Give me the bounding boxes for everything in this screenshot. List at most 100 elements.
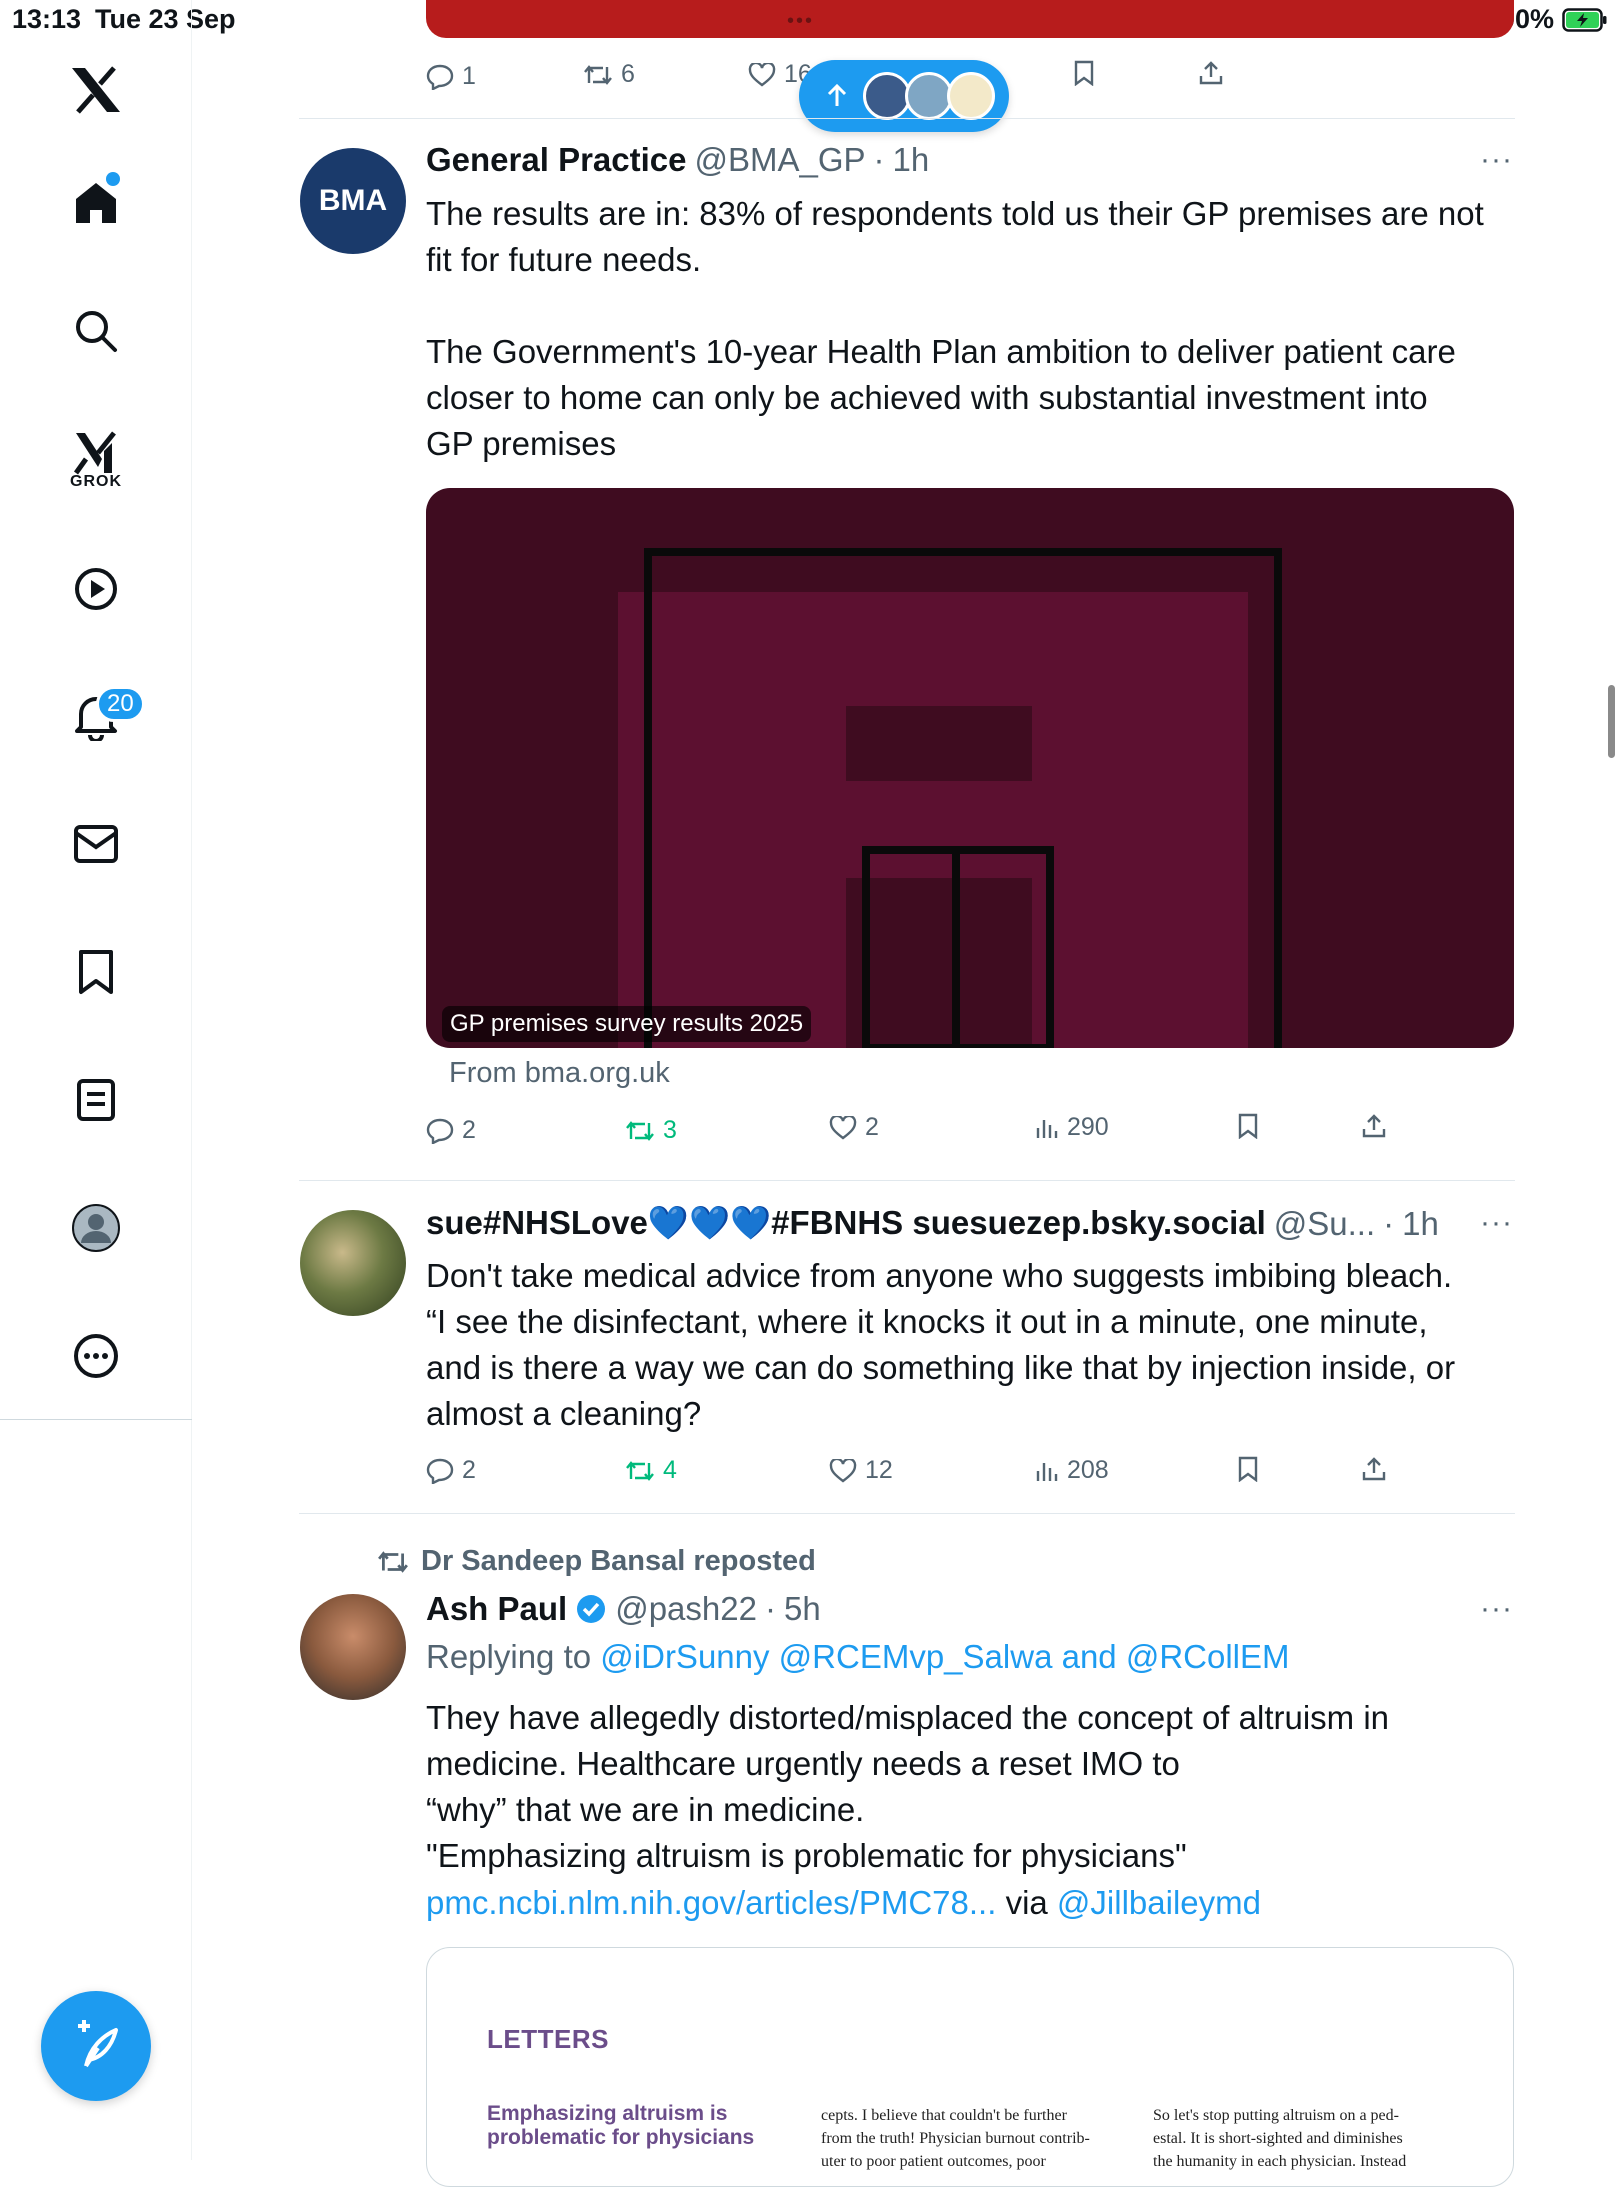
tweet1-link-card[interactable]: GP premises survey results 2025 xyxy=(426,488,1514,1048)
tweet2-text: Don't take medical advice from anyone wh… xyxy=(426,1257,1456,1432)
tweet2-like-button[interactable]: 12 xyxy=(829,1456,893,1485)
views-bar-chart-icon xyxy=(1036,1462,1058,1481)
compose-post-button[interactable] xyxy=(41,1991,151,2101)
grok-icon xyxy=(73,431,116,475)
tweet1-handle[interactable]: @BMA_GP xyxy=(695,141,866,179)
tweet2-repost-button[interactable]: 4 xyxy=(625,1456,677,1485)
prev-repost-count: 6 xyxy=(621,60,635,88)
tweet2-more-icon[interactable]: ··· xyxy=(1480,1206,1513,1240)
reply-icon xyxy=(426,1118,454,1144)
share-icon xyxy=(1362,1457,1386,1481)
home-icon[interactable] xyxy=(60,167,132,239)
tweet1-author-name[interactable]: General Practice xyxy=(426,141,687,179)
tweet1-views-count: 290 xyxy=(1067,1113,1109,1141)
scrollbar-thumb[interactable] xyxy=(1608,685,1615,758)
prev-reply-count: 1 xyxy=(462,62,476,90)
share-icon xyxy=(1362,1114,1386,1138)
tweet3-time[interactable]: 5h xyxy=(784,1590,821,1628)
pill-avatar-2 xyxy=(905,72,953,120)
premises-illustration xyxy=(618,548,1282,1048)
article-section-heading: LETTERS xyxy=(487,2024,609,2054)
grok-nav[interactable]: GROK xyxy=(60,424,132,496)
article-column-2: So let's stop putting altruism on a ped-… xyxy=(1153,2107,1407,2170)
tweet3-via-handle[interactable]: @Jillbaileymd xyxy=(1057,1884,1261,1921)
tweet2-views-button[interactable]: 208 xyxy=(1035,1456,1109,1485)
feed-divider xyxy=(299,1180,1515,1181)
replying-to-line: Replying to @iDrSunny @RCEMvp_Salwa and … xyxy=(426,1638,1290,1676)
tweet2-time[interactable]: 1h xyxy=(1402,1205,1439,1243)
tweet1-like-button[interactable]: 2 xyxy=(829,1113,879,1142)
tweet1-reply-count: 2 xyxy=(462,1116,476,1144)
x-logo-icon[interactable] xyxy=(60,54,132,126)
tweet2-reply-count: 2 xyxy=(462,1456,476,1484)
grok-label: GROK xyxy=(70,473,122,490)
replying-to-handles[interactable]: @iDrSunny @RCEMvp_Salwa and @RCollEM xyxy=(600,1638,1289,1675)
tweet2-author-name[interactable]: sue#NHSLove💙💙💙#FBNHS suesuezep.bsky.soci… xyxy=(426,1204,1266,1243)
tweet2-views-count: 208 xyxy=(1067,1456,1109,1484)
prev-share-button[interactable] xyxy=(1198,60,1224,86)
tweet1-media-caption: GP premises survey results 2025 xyxy=(442,1006,812,1042)
tweet1-separator: · xyxy=(873,141,885,178)
tweet2-repost-count: 4 xyxy=(663,1456,677,1484)
tweet2-bookmark-button[interactable] xyxy=(1237,1456,1259,1482)
bookmarks-icon[interactable] xyxy=(60,936,132,1008)
prev-bookmark-button[interactable] xyxy=(1073,60,1095,86)
sue-avatar[interactable] xyxy=(300,1210,406,1316)
tweet1-views-button[interactable]: 290 xyxy=(1035,1113,1109,1142)
tweet3-via: via xyxy=(1005,1884,1048,1921)
prev-repost-button[interactable]: 6 xyxy=(583,60,635,89)
more-options-circle-icon[interactable] xyxy=(60,1320,132,1392)
bma-avatar[interactable]: BMA xyxy=(300,148,406,254)
pill-avatar-1 xyxy=(863,72,911,120)
tweet3-article-preview-card[interactable]: LETTERS Emphasizing altruism is problema… xyxy=(426,1947,1514,2187)
tweet3-separator: · xyxy=(764,1590,776,1627)
tweet1-time[interactable]: 1h xyxy=(893,141,930,179)
bma-avatar-text: BMA xyxy=(318,184,388,217)
tweet3-article-link[interactable]: pmc.ncbi.nlm.nih.gov/articles/PMC78... xyxy=(426,1884,996,1921)
repost-icon xyxy=(584,64,612,85)
tweet2-share-button[interactable] xyxy=(1361,1456,1387,1482)
tweet1-repost-button[interactable]: 3 xyxy=(625,1116,677,1145)
tweet2-handle[interactable]: @Su... xyxy=(1274,1205,1375,1243)
tweet2-reply-button[interactable]: 2 xyxy=(426,1456,476,1485)
reply-icon xyxy=(426,1458,454,1484)
repost-icon xyxy=(626,1460,654,1481)
tweet1-text: The results are in: 83% of respondents t… xyxy=(426,195,1484,462)
tweet3-more-icon[interactable]: ··· xyxy=(1480,1592,1513,1626)
tweet1-reply-button[interactable]: 2 xyxy=(426,1116,476,1145)
tweet1-header: General Practice @BMA_GP · 1h xyxy=(426,141,929,179)
tweet1-more-icon[interactable]: ··· xyxy=(1480,143,1513,177)
tweet1-share-button[interactable] xyxy=(1361,1113,1387,1139)
previous-tweet-media[interactable] xyxy=(426,0,1514,38)
tweet3-link-line: pmc.ncbi.nlm.nih.gov/articles/PMC78... v… xyxy=(426,1880,1516,1926)
video-play-icon[interactable] xyxy=(60,553,132,625)
tweet3-text: They have allegedly distorted/misplaced … xyxy=(426,1699,1390,1874)
notifications-badge: 20 xyxy=(96,686,145,722)
tweet1-bookmark-button[interactable] xyxy=(1237,1113,1259,1139)
new-posts-pill[interactable] xyxy=(799,60,1009,132)
search-icon[interactable] xyxy=(60,295,132,367)
battery-charging-icon xyxy=(1562,7,1607,32)
lists-document-icon[interactable] xyxy=(60,1064,132,1136)
share-icon xyxy=(1199,61,1223,85)
tweet2-header: sue#NHSLove💙💙💙#FBNHS suesuezep.bsky.soci… xyxy=(426,1204,1466,1243)
timeline-feed[interactable]: ••• 1 6 16 BMA General Practice @BMA_GP … xyxy=(193,0,1516,2187)
tweet2-separator: · xyxy=(1383,1204,1395,1242)
media-page-dots: ••• xyxy=(787,10,815,32)
repost-context[interactable]: Dr Sandeep Bansal reposted xyxy=(377,1545,816,1578)
messages-envelope-icon[interactable] xyxy=(60,808,132,880)
views-bar-chart-icon xyxy=(1036,1119,1058,1138)
repost-icon xyxy=(626,1120,654,1141)
repost-by-label: Dr Sandeep Bansal reposted xyxy=(421,1545,816,1577)
tweet1-source-domain[interactable]: From bma.org.uk xyxy=(449,1057,670,1090)
prev-reply-button[interactable]: 1 xyxy=(426,62,476,91)
tweet3-header: Ash Paul @pash22 · 5h xyxy=(426,1590,821,1628)
profile-avatar-icon[interactable] xyxy=(60,1192,132,1264)
ash-paul-avatar[interactable] xyxy=(300,1594,406,1700)
tweet3-author-name[interactable]: Ash Paul xyxy=(426,1590,567,1628)
bookmark-icon xyxy=(1074,60,1094,86)
bookmark-icon xyxy=(1238,1456,1258,1482)
repost-icon xyxy=(378,1550,408,1573)
heart-icon xyxy=(829,1115,857,1140)
tweet3-handle[interactable]: @pash22 xyxy=(615,1590,757,1628)
